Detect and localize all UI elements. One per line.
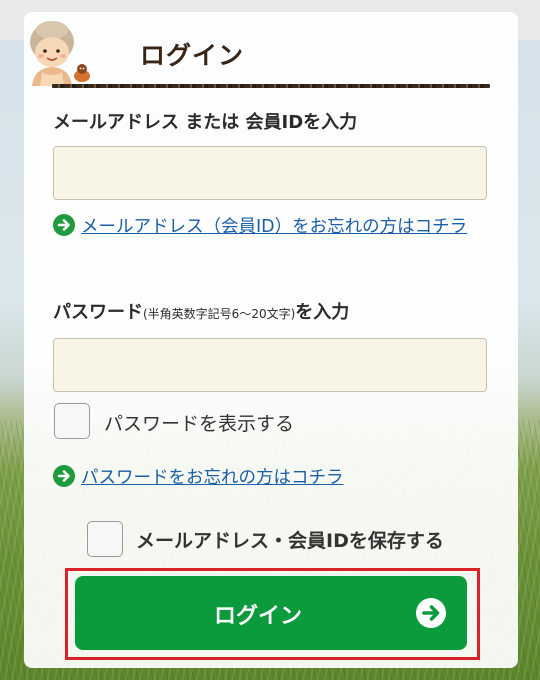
login-button-label: ログイン [213, 603, 302, 628]
title-divider [52, 84, 490, 88]
email-input[interactable] [53, 146, 487, 200]
password-label-suffix: を入力 [295, 302, 350, 323]
arrow-right-circle-icon [416, 598, 446, 628]
mascot-icon [22, 16, 94, 88]
login-button[interactable]: ログイン [75, 576, 467, 650]
show-password-label: パスワードを表示する [104, 413, 295, 435]
password-label-note: (半角英数字記号6～20文字) [143, 307, 296, 321]
remember-label: メールアドレス・会員IDを保存する [136, 530, 444, 552]
forgot-password-link[interactable]: パスワードをお忘れの方はコチラ [81, 468, 344, 488]
remember-checkbox[interactable] [87, 521, 123, 557]
password-input[interactable] [53, 338, 487, 392]
arrow-right-circle-icon [53, 465, 75, 487]
password-label: パスワード(半角英数字記号6～20文字)を入力 [53, 298, 349, 324]
forgot-password-link-row: パスワードをお忘れの方はコチラ [53, 465, 493, 491]
show-password-checkbox[interactable] [54, 403, 90, 439]
forgot-email-link[interactable]: メールアドレス（会員ID）をお忘れの方はコチラ [81, 217, 467, 237]
forgot-email-link-row: メールアドレス（会員ID）をお忘れの方はコチラ [53, 214, 493, 240]
password-label-main: パスワード [53, 302, 143, 323]
page-title: ログイン [140, 41, 245, 70]
email-label: メールアドレス または 会員IDを入力 [53, 112, 358, 133]
arrow-right-circle-icon [53, 214, 75, 236]
